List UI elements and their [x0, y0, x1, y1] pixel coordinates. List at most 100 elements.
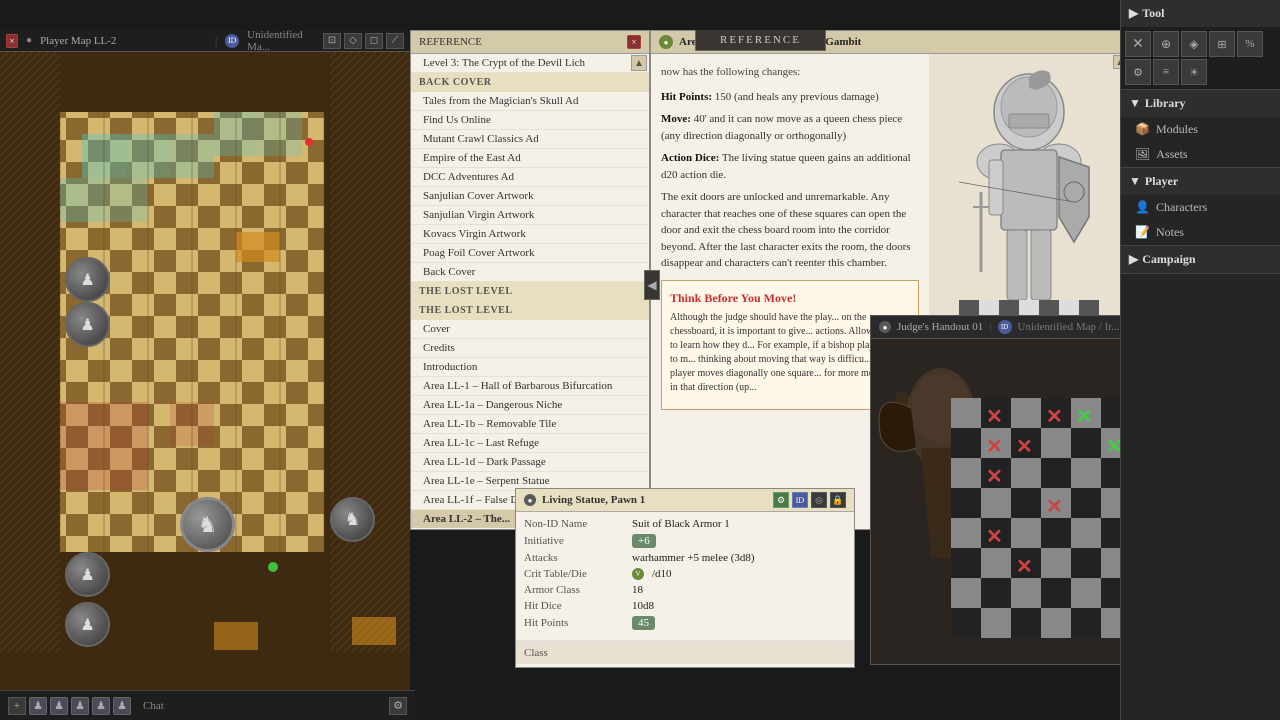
token-view-button[interactable]: ⚙: [773, 492, 789, 508]
reference-toc-panel: REFERENCE × Level 3: The Crypt of the De…: [410, 30, 650, 530]
toc-item-find-us[interactable]: Find Us Online: [411, 111, 649, 130]
campaign-header[interactable]: ▶ Campaign: [1121, 246, 1280, 273]
toc-item-back-cover[interactable]: Back Cover: [411, 263, 649, 282]
toc-item-empire[interactable]: Empire of the East Ad: [411, 149, 649, 168]
reference-close-button[interactable]: ×: [627, 35, 641, 49]
zoom-tool[interactable]: ⊞: [1209, 31, 1235, 57]
toc-item-dcc-ad[interactable]: DCC Adventures Ad: [411, 168, 649, 187]
tool-header[interactable]: ▶ Tool: [1121, 0, 1280, 27]
toc-item-kovacs[interactable]: Kovacs Virgin Artwork: [411, 225, 649, 244]
toc-item-ll1b[interactable]: Area LL-1b – Removable Tile: [411, 415, 649, 434]
library-section: ▼ Library 📦 Modules 🖼 Assets: [1121, 90, 1280, 168]
svg-text:✕: ✕: [1016, 436, 1033, 458]
add-token-button[interactable]: +: [8, 697, 26, 715]
character-portrait-1[interactable]: ♟: [29, 697, 47, 715]
token-title: Living Statue, Pawn 1: [542, 494, 645, 506]
player-header[interactable]: ▼ Player: [1121, 168, 1280, 195]
system-settings-button[interactable]: ⚙: [389, 697, 407, 715]
settings-tool[interactable]: ⚙: [1125, 59, 1151, 85]
token-lock-button[interactable]: 🔒: [830, 492, 846, 508]
token-knight-1[interactable]: ♞: [180, 497, 235, 552]
svg-text:✕: ✕: [1046, 496, 1063, 518]
toc-nav-arrow[interactable]: ◀: [644, 270, 660, 300]
scroll-up-button[interactable]: ▲: [631, 55, 647, 71]
player-section: ▼ Player 👤 Characters 📝 Notes: [1121, 168, 1280, 246]
reference-panel-titlebar: REFERENCE ×: [411, 31, 649, 54]
map-canvas[interactable]: ♟ ♟ ♞ ♞ ♟ ♟: [0, 52, 410, 720]
pan-tool[interactable]: ◈: [1181, 31, 1207, 57]
toc-item-cover[interactable]: Cover: [411, 320, 649, 339]
tool-label: Tool: [1142, 6, 1164, 21]
reference-header-label: REFERENCE: [419, 36, 482, 48]
library-header[interactable]: ▼ Library: [1121, 90, 1280, 117]
stat-row-nonid: Non-ID Name Suit of Black Armor 1: [524, 518, 846, 530]
toc-top-item[interactable]: Level 3: The Crypt of the Devil Lich: [411, 54, 649, 73]
sidebar-item-notes[interactable]: 📝 Notes: [1121, 220, 1280, 245]
initiative-badge: +6: [632, 534, 656, 548]
toc-item-sanjulian-cover[interactable]: Sanjulian Cover Artwork: [411, 187, 649, 206]
modules-icon: 📦: [1135, 122, 1150, 137]
zoom-fit-button[interactable]: ⊡: [323, 33, 341, 49]
layers-tool[interactable]: ≡: [1153, 59, 1179, 85]
class-row: Class: [516, 640, 854, 664]
toc-item-ll1[interactable]: Area LL-1 – Hall of Barbarous Bifurcatio…: [411, 377, 649, 396]
red-marker: [305, 138, 313, 146]
move-tool[interactable]: ⊕: [1153, 31, 1179, 57]
notes-label: Notes: [1156, 225, 1184, 240]
character-portrait-4[interactable]: ♟: [92, 697, 110, 715]
token-pawn-4[interactable]: ♟: [65, 602, 110, 647]
initiative-label: Initiative: [524, 535, 624, 547]
toc-item-mutant[interactable]: Mutant Crawl Classics Ad: [411, 130, 649, 149]
light-tool[interactable]: ☀: [1181, 59, 1207, 85]
token-titlebar: ● Living Statue, Pawn 1 ⚙ ID ◎ 🔒: [516, 489, 854, 512]
crit-value: /d10: [652, 568, 672, 580]
sidebar-item-characters[interactable]: 👤 Characters: [1121, 195, 1280, 220]
content-hit-points: Hit Points: 150 (and heals any previous …: [661, 89, 919, 106]
stat-panel-tab[interactable]: ▶: [854, 558, 855, 598]
character-portrait-3[interactable]: ♟: [71, 697, 89, 715]
token-pawn-3[interactable]: ♟: [65, 552, 110, 597]
character-portrait-2[interactable]: ♟: [50, 697, 68, 715]
toc-item-credits[interactable]: Credits: [411, 339, 649, 358]
token-pawn-1[interactable]: ♟: [65, 257, 110, 302]
token-stats-area: Non-ID Name Suit of Black Armor 1 Initia…: [516, 512, 854, 640]
ruler-tool[interactable]: %: [1237, 31, 1263, 57]
content-body-text: The exit doors are unlocked and unremark…: [661, 189, 919, 272]
token-id-button[interactable]: ID: [792, 492, 808, 508]
characters-icon: 👤: [1135, 200, 1150, 215]
toc-item-intro[interactable]: Introduction: [411, 358, 649, 377]
handout-id-icon: ID: [998, 320, 1012, 334]
attacks-value: warhammer +5 melee (3d8): [632, 552, 755, 564]
stat-row-hp: Hit Points 45: [524, 616, 846, 630]
tool-chevron: ▶: [1129, 6, 1138, 21]
token-pawn-2[interactable]: ♟: [65, 302, 110, 347]
character-portrait-5[interactable]: ♟: [113, 697, 131, 715]
token-settings-button[interactable]: ◎: [811, 492, 827, 508]
reference-header-button[interactable]: REFERENCE: [695, 30, 826, 51]
handout-subtitle: Unidentified Map / Ir...: [1018, 321, 1120, 333]
characters-label: Characters: [1156, 200, 1207, 215]
ruler-map-button[interactable]: ⟋: [386, 33, 404, 49]
toc-item-poag[interactable]: Poag Foil Cover Artwork: [411, 244, 649, 263]
token-tool-button[interactable]: ◇: [344, 33, 362, 49]
toc-item-ll1d[interactable]: Area LL-1d – Dark Passage: [411, 453, 649, 472]
content-action-dice: Action Dice: The living statue queen gai…: [661, 150, 919, 183]
toc-item-tales[interactable]: Tales from the Magician's Skull Ad: [411, 92, 649, 111]
svg-text:✕: ✕: [986, 406, 1003, 428]
toc-item-sanjulian-virgin[interactable]: Sanjulian Virgin Artwork: [411, 206, 649, 225]
map-close-button[interactable]: ×: [6, 34, 18, 48]
token-knight-2[interactable]: ♞: [330, 497, 375, 542]
library-chevron: ▼: [1129, 96, 1141, 111]
sidebar-item-modules[interactable]: 📦 Modules: [1121, 117, 1280, 142]
select-tool[interactable]: ✕: [1125, 31, 1151, 57]
hp-badge: 45: [632, 616, 655, 630]
content-icon: ●: [659, 35, 673, 49]
sidebar-item-assets[interactable]: 🖼 Assets: [1121, 142, 1280, 167]
toc-item-ll1a[interactable]: Area LL-1a – Dangerous Niche: [411, 396, 649, 415]
select-tool-button[interactable]: ◻: [365, 33, 383, 49]
toc-item-ll1c[interactable]: Area LL-1c – Last Refuge: [411, 434, 649, 453]
campaign-section: ▶ Campaign: [1121, 246, 1280, 274]
bottom-bar: + ♟ ♟ ♟ ♟ ♟ Chat ⚙: [0, 690, 415, 720]
toc-section-lost-level-1: THE LOST LEVEL: [411, 282, 649, 301]
svg-text:✕: ✕: [986, 466, 1003, 488]
